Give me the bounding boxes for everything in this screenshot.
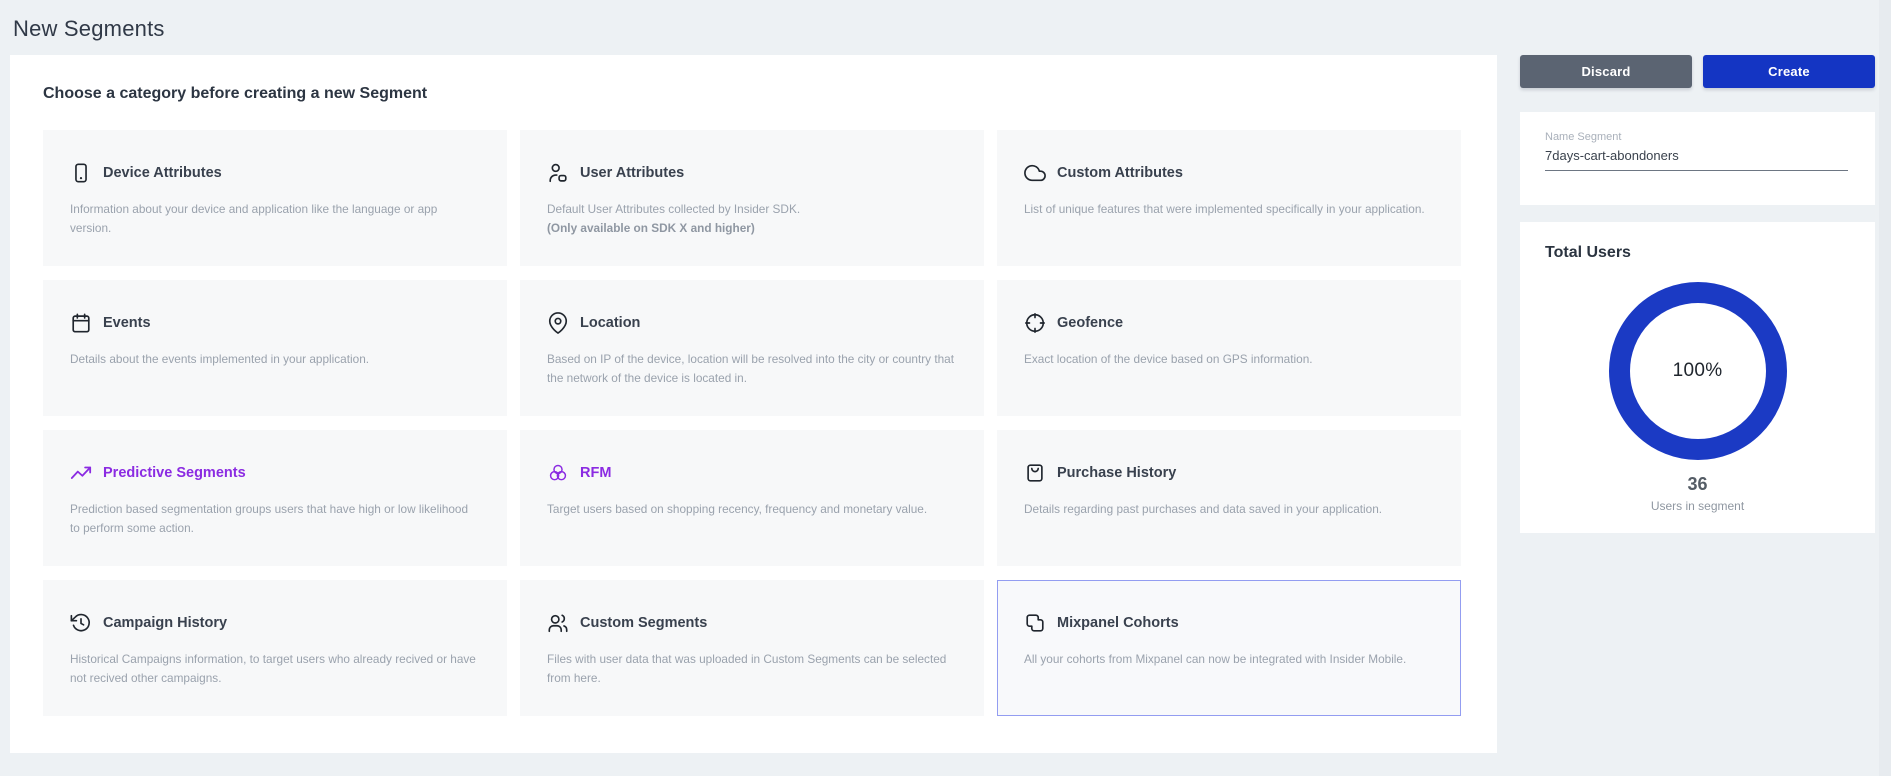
category-label: Events — [103, 315, 151, 331]
category-description: Information about your device and applic… — [70, 200, 480, 238]
new-segments-page: { "page": { "title": "New Segments", "ba… — [0, 0, 1891, 776]
category-card-geofence[interactable]: Geofence Exact location of the device ba… — [997, 280, 1461, 416]
total-users-heading: Total Users — [1545, 244, 1631, 262]
category-description: List of unique features that were implem… — [1024, 200, 1434, 219]
category-card-predictive-segments[interactable]: Predictive Segments Prediction based seg… — [43, 430, 507, 566]
category-card-rfm[interactable]: RFM Target users based on shopping recen… — [520, 430, 984, 566]
page-title: New Segments — [13, 16, 165, 42]
category-description: Files with user data that was uploaded i… — [547, 650, 957, 688]
rfm-icon — [547, 462, 569, 484]
users-count: 36 — [1520, 474, 1875, 495]
category-label: RFM — [580, 465, 611, 481]
discard-button[interactable]: Discard — [1520, 55, 1692, 88]
custom-segments-icon — [547, 612, 569, 634]
category-card-events[interactable]: Events Details about the events implemen… — [43, 280, 507, 416]
name-segment-card: Name Segment — [1520, 112, 1875, 205]
category-description: Exact location of the device based on GP… — [1024, 350, 1434, 369]
category-description: Historical Campaigns information, to tar… — [70, 650, 480, 688]
mixpanel-cohorts-icon — [1024, 612, 1046, 634]
category-card-user-attributes[interactable]: User Attributes Default User Attributes … — [520, 130, 984, 266]
category-card-purchase-history[interactable]: Purchase History Details regarding past … — [997, 430, 1461, 566]
category-label: Location — [580, 315, 640, 331]
category-card-location[interactable]: Location Based on IP of the device, loca… — [520, 280, 984, 416]
category-description: Based on IP of the device, location will… — [547, 350, 957, 388]
category-label: Campaign History — [103, 615, 227, 631]
category-grid: Device Attributes Information about your… — [43, 130, 1461, 716]
category-description: Target users based on shopping recency, … — [547, 500, 957, 519]
category-card-campaign-history[interactable]: Campaign History Historical Campaigns in… — [43, 580, 507, 716]
geofence-icon — [1024, 312, 1046, 334]
category-description-note: (Only available on SDK X and higher) — [547, 219, 957, 238]
total-users-card: Total Users 100% 36 Users in segment — [1520, 222, 1875, 533]
location-icon — [547, 312, 569, 334]
category-label: Custom Attributes — [1057, 165, 1183, 181]
category-label: User Attributes — [580, 165, 684, 181]
panel-heading: Choose a category before creating a new … — [43, 85, 427, 103]
category-description: Prediction based segmentation groups use… — [70, 500, 480, 538]
category-label: Geofence — [1057, 315, 1123, 331]
total-users-donut-chart: 100% — [1609, 282, 1787, 460]
category-card-custom-attributes[interactable]: Custom Attributes List of unique feature… — [997, 130, 1461, 266]
user-attributes-icon — [547, 162, 569, 184]
custom-attributes-icon — [1024, 162, 1046, 184]
category-card-custom-segments[interactable]: Custom Segments Files with user data tha… — [520, 580, 984, 716]
create-button[interactable]: Create — [1703, 55, 1875, 88]
category-label: Mixpanel Cohorts — [1057, 615, 1179, 631]
campaign-history-icon — [70, 612, 92, 634]
predictive-segments-icon — [70, 462, 92, 484]
category-description: All your cohorts from Mixpanel can now b… — [1024, 650, 1434, 669]
category-description: Default User Attributes collected by Ins… — [547, 200, 957, 219]
category-description: Details regarding past purchases and dat… — [1024, 500, 1434, 519]
donut-percent-label: 100% — [1673, 360, 1723, 382]
category-label: Purchase History — [1057, 465, 1176, 481]
page-scrollbar[interactable] — [1879, 0, 1891, 776]
category-label: Predictive Segments — [103, 465, 246, 481]
category-card-device-attributes[interactable]: Device Attributes Information about your… — [43, 130, 507, 266]
category-label: Custom Segments — [580, 615, 707, 631]
name-segment-input[interactable] — [1545, 148, 1848, 171]
category-label: Device Attributes — [103, 165, 222, 181]
category-description: Details about the events implemented in … — [70, 350, 480, 369]
purchase-history-icon — [1024, 462, 1046, 484]
category-card-mixpanel-cohorts[interactable]: Mixpanel Cohorts All your cohorts from M… — [997, 580, 1461, 716]
name-segment-label: Name Segment — [1545, 131, 1621, 143]
device-attributes-icon — [70, 162, 92, 184]
events-icon — [70, 312, 92, 334]
category-panel: Choose a category before creating a new … — [10, 55, 1497, 753]
users-caption: Users in segment — [1520, 499, 1875, 513]
